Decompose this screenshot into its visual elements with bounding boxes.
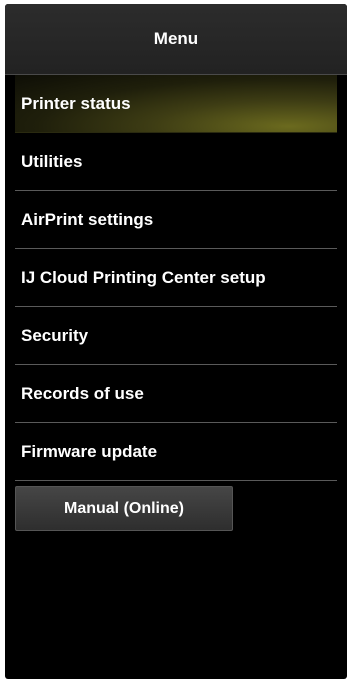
manual-online-button[interactable]: Manual (Online) xyxy=(15,486,233,531)
menu-item-label: Records of use xyxy=(21,384,144,403)
menu-item-label: Printer status xyxy=(21,94,131,113)
menu-item-airprint-settings[interactable]: AirPrint settings xyxy=(15,191,337,249)
menu-item-label: Utilities xyxy=(21,152,83,171)
manual-online-label: Manual (Online) xyxy=(64,500,184,517)
menu-header: Menu xyxy=(5,4,347,75)
menu-item-records-of-use[interactable]: Records of use xyxy=(15,365,337,423)
menu-item-ij-cloud-printing-center-setup[interactable]: IJ Cloud Printing Center setup xyxy=(15,249,337,307)
menu-title: Menu xyxy=(153,29,199,48)
menu-panel: Menu Printer status Utilities AirPrint s… xyxy=(5,4,347,679)
menu-list: Printer status Utilities AirPrint settin… xyxy=(15,75,337,481)
menu-item-printer-status[interactable]: Printer status xyxy=(15,75,337,133)
menu-item-label: Firmware update xyxy=(21,442,158,461)
menu-item-firmware-update[interactable]: Firmware update xyxy=(15,423,337,481)
menu-item-label: IJ Cloud Printing Center setup xyxy=(21,268,266,287)
menu-item-label: Security xyxy=(21,326,89,345)
menu-item-label: AirPrint settings xyxy=(21,210,154,229)
menu-item-utilities[interactable]: Utilities xyxy=(15,133,337,191)
menu-item-security[interactable]: Security xyxy=(15,307,337,365)
